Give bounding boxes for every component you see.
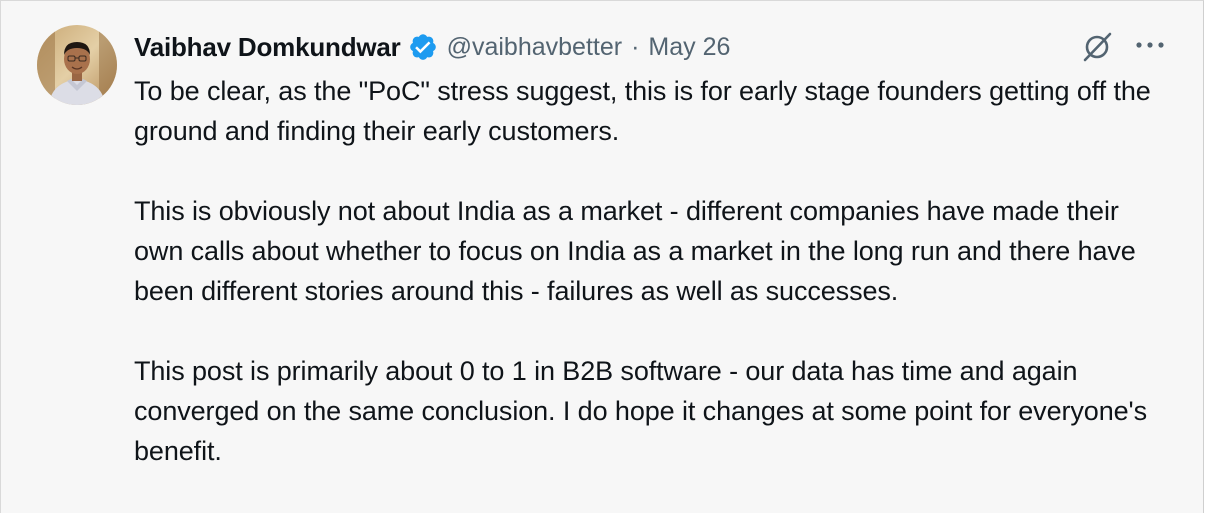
author-handle[interactable]: @vaibhavbetter	[447, 33, 622, 62]
author-name[interactable]: Vaibhav Domkundwar	[134, 32, 401, 63]
tweet-paragraph-1: To be clear, as the "PoC" stress suggest…	[134, 76, 1151, 146]
tweet-header: Vaibhav Domkundwar @vaibhavbetter · May …	[134, 29, 730, 65]
tweet-text: To be clear, as the "PoC" stress suggest…	[134, 71, 1174, 471]
tweet-paragraph-3: This post is primarily about 0 to 1 in B…	[134, 356, 1147, 466]
tweet-card[interactable]: Vaibhav Domkundwar @vaibhavbetter · May …	[0, 0, 1204, 513]
tweet-paragraph-2: This is obviously not about India as a m…	[134, 196, 1136, 306]
verified-badge-icon[interactable]	[408, 32, 438, 62]
avatar-photo	[37, 25, 117, 105]
grok-icon[interactable]	[1081, 30, 1114, 63]
more-options-icon[interactable]	[1133, 35, 1167, 55]
tweet-date[interactable]: May 26	[648, 33, 730, 62]
header-separator: ·	[631, 32, 640, 61]
author-avatar[interactable]	[37, 25, 117, 105]
